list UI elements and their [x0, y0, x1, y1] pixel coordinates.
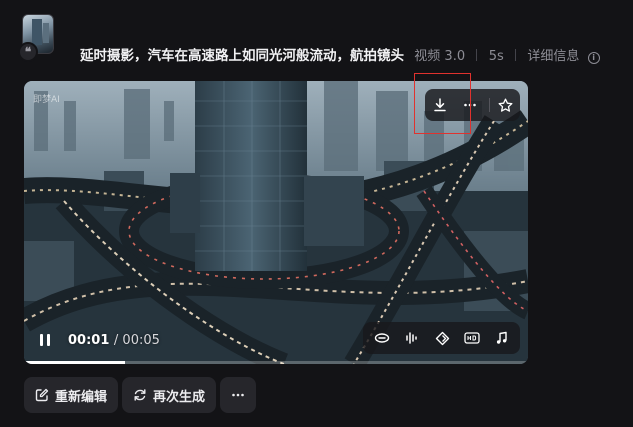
progress-bar[interactable] [24, 361, 528, 364]
duration-label: 5s [488, 49, 504, 64]
total-time: / 00:05 [113, 332, 160, 348]
edit-icon [35, 388, 49, 402]
prompt-text[interactable]: 延时摄影，汽车在高速路上如同光河般流动，航拍镜头 [80, 48, 404, 64]
quote-icon: ❝ [18, 42, 38, 62]
playback-time: 00:01 / 00:05 [68, 333, 160, 348]
audio-wave-icon [406, 332, 417, 344]
hd-icon [464, 332, 480, 344]
regenerate-button[interactable]: 再次生成 [122, 377, 216, 413]
frame-interpolation-button[interactable] [427, 322, 457, 354]
prompt-line: 延时摄影，汽车在高速路上如同光河般流动，航拍镜头 视频 3.0 5s 详细信息 … [80, 47, 600, 66]
music-icon [496, 331, 507, 344]
progress-fill [24, 361, 125, 364]
download-button[interactable] [425, 89, 455, 121]
model-label: 视频 3.0 [414, 49, 466, 64]
more-icon [232, 393, 244, 397]
favorite-button[interactable] [490, 89, 520, 121]
music-button[interactable] [487, 322, 517, 354]
loop-icon [374, 333, 390, 343]
audio-wave-button[interactable] [397, 322, 427, 354]
hd-button[interactable] [457, 322, 487, 354]
reedit-button[interactable]: 重新编辑 [24, 377, 118, 413]
thumbnail-building [32, 19, 42, 45]
video-player[interactable]: 即梦AI 00:01 / 00:05 [24, 81, 528, 364]
frame-interpolation-icon [435, 331, 449, 345]
meta-divider [515, 49, 517, 61]
playback-controls: 00:01 / 00:05 [38, 329, 160, 351]
more-button[interactable] [455, 89, 485, 121]
watermark-label: 即梦AI [33, 94, 60, 105]
pause-icon[interactable] [38, 333, 52, 347]
video-tools-toolbar [363, 322, 520, 354]
more-actions-button[interactable] [220, 377, 256, 413]
task-header: ❝ 延时摄影，汽车在高速路上如同光河般流动，航拍镜头 视频 3.0 5s 详细信… [18, 14, 627, 70]
thumbnail-building [43, 23, 49, 43]
download-icon [434, 98, 446, 112]
star-icon [498, 98, 512, 112]
regenerate-label: 再次生成 [152, 389, 205, 405]
reedit-label: 重新编辑 [54, 389, 107, 405]
regenerate-icon [134, 389, 146, 401]
meta-divider [476, 49, 478, 61]
loop-button[interactable] [367, 322, 397, 354]
more-icon [464, 103, 476, 107]
info-icon[interactable]: i [587, 52, 600, 64]
details-link[interactable]: 详细信息 [527, 49, 579, 64]
current-time: 00:01 [68, 332, 110, 348]
video-top-toolbar [425, 89, 520, 121]
